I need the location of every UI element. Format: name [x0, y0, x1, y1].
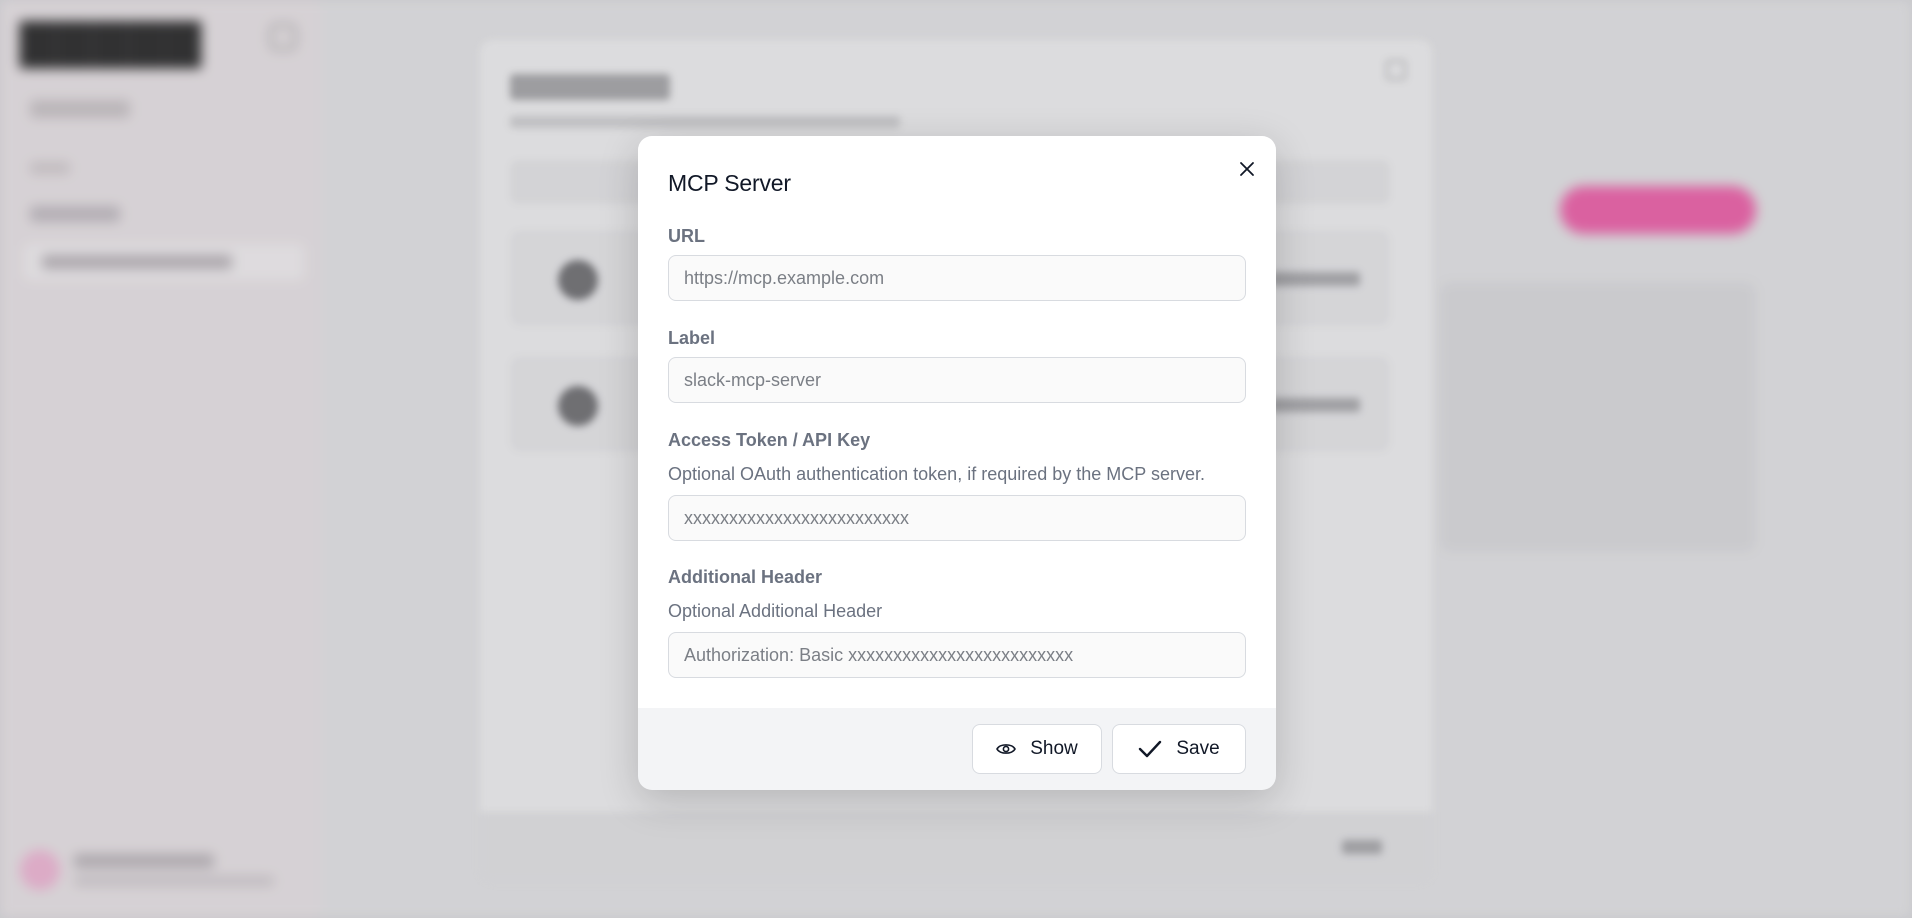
show-button[interactable]: Show — [972, 724, 1102, 774]
url-label: URL — [668, 226, 705, 246]
header-label: Additional Header — [668, 567, 823, 587]
close-button[interactable] — [1234, 156, 1260, 182]
show-button-label: Show — [1030, 738, 1078, 759]
header-input[interactable] — [668, 632, 1246, 678]
mcp-server-dialog: MCP Server URL Label Access Token / API … — [638, 136, 1276, 790]
dialog-body: MCP Server URL Label Access Token / API … — [638, 136, 1276, 708]
save-button-label: Save — [1176, 738, 1220, 759]
dialog-title: MCP Server — [668, 170, 791, 196]
save-button[interactable]: Save — [1112, 724, 1246, 774]
header-help-text: Optional Additional Header — [668, 601, 883, 621]
token-input[interactable] — [668, 495, 1246, 541]
token-help-text: Optional OAuth authentication token, if … — [668, 464, 1205, 484]
label-input[interactable] — [668, 357, 1246, 403]
close-icon — [1239, 161, 1255, 177]
url-input[interactable] — [668, 255, 1246, 301]
eye-icon — [996, 742, 1017, 756]
check-icon — [1138, 740, 1162, 758]
label-label: Label — [668, 328, 716, 348]
token-label: Access Token / API Key — [668, 430, 871, 450]
